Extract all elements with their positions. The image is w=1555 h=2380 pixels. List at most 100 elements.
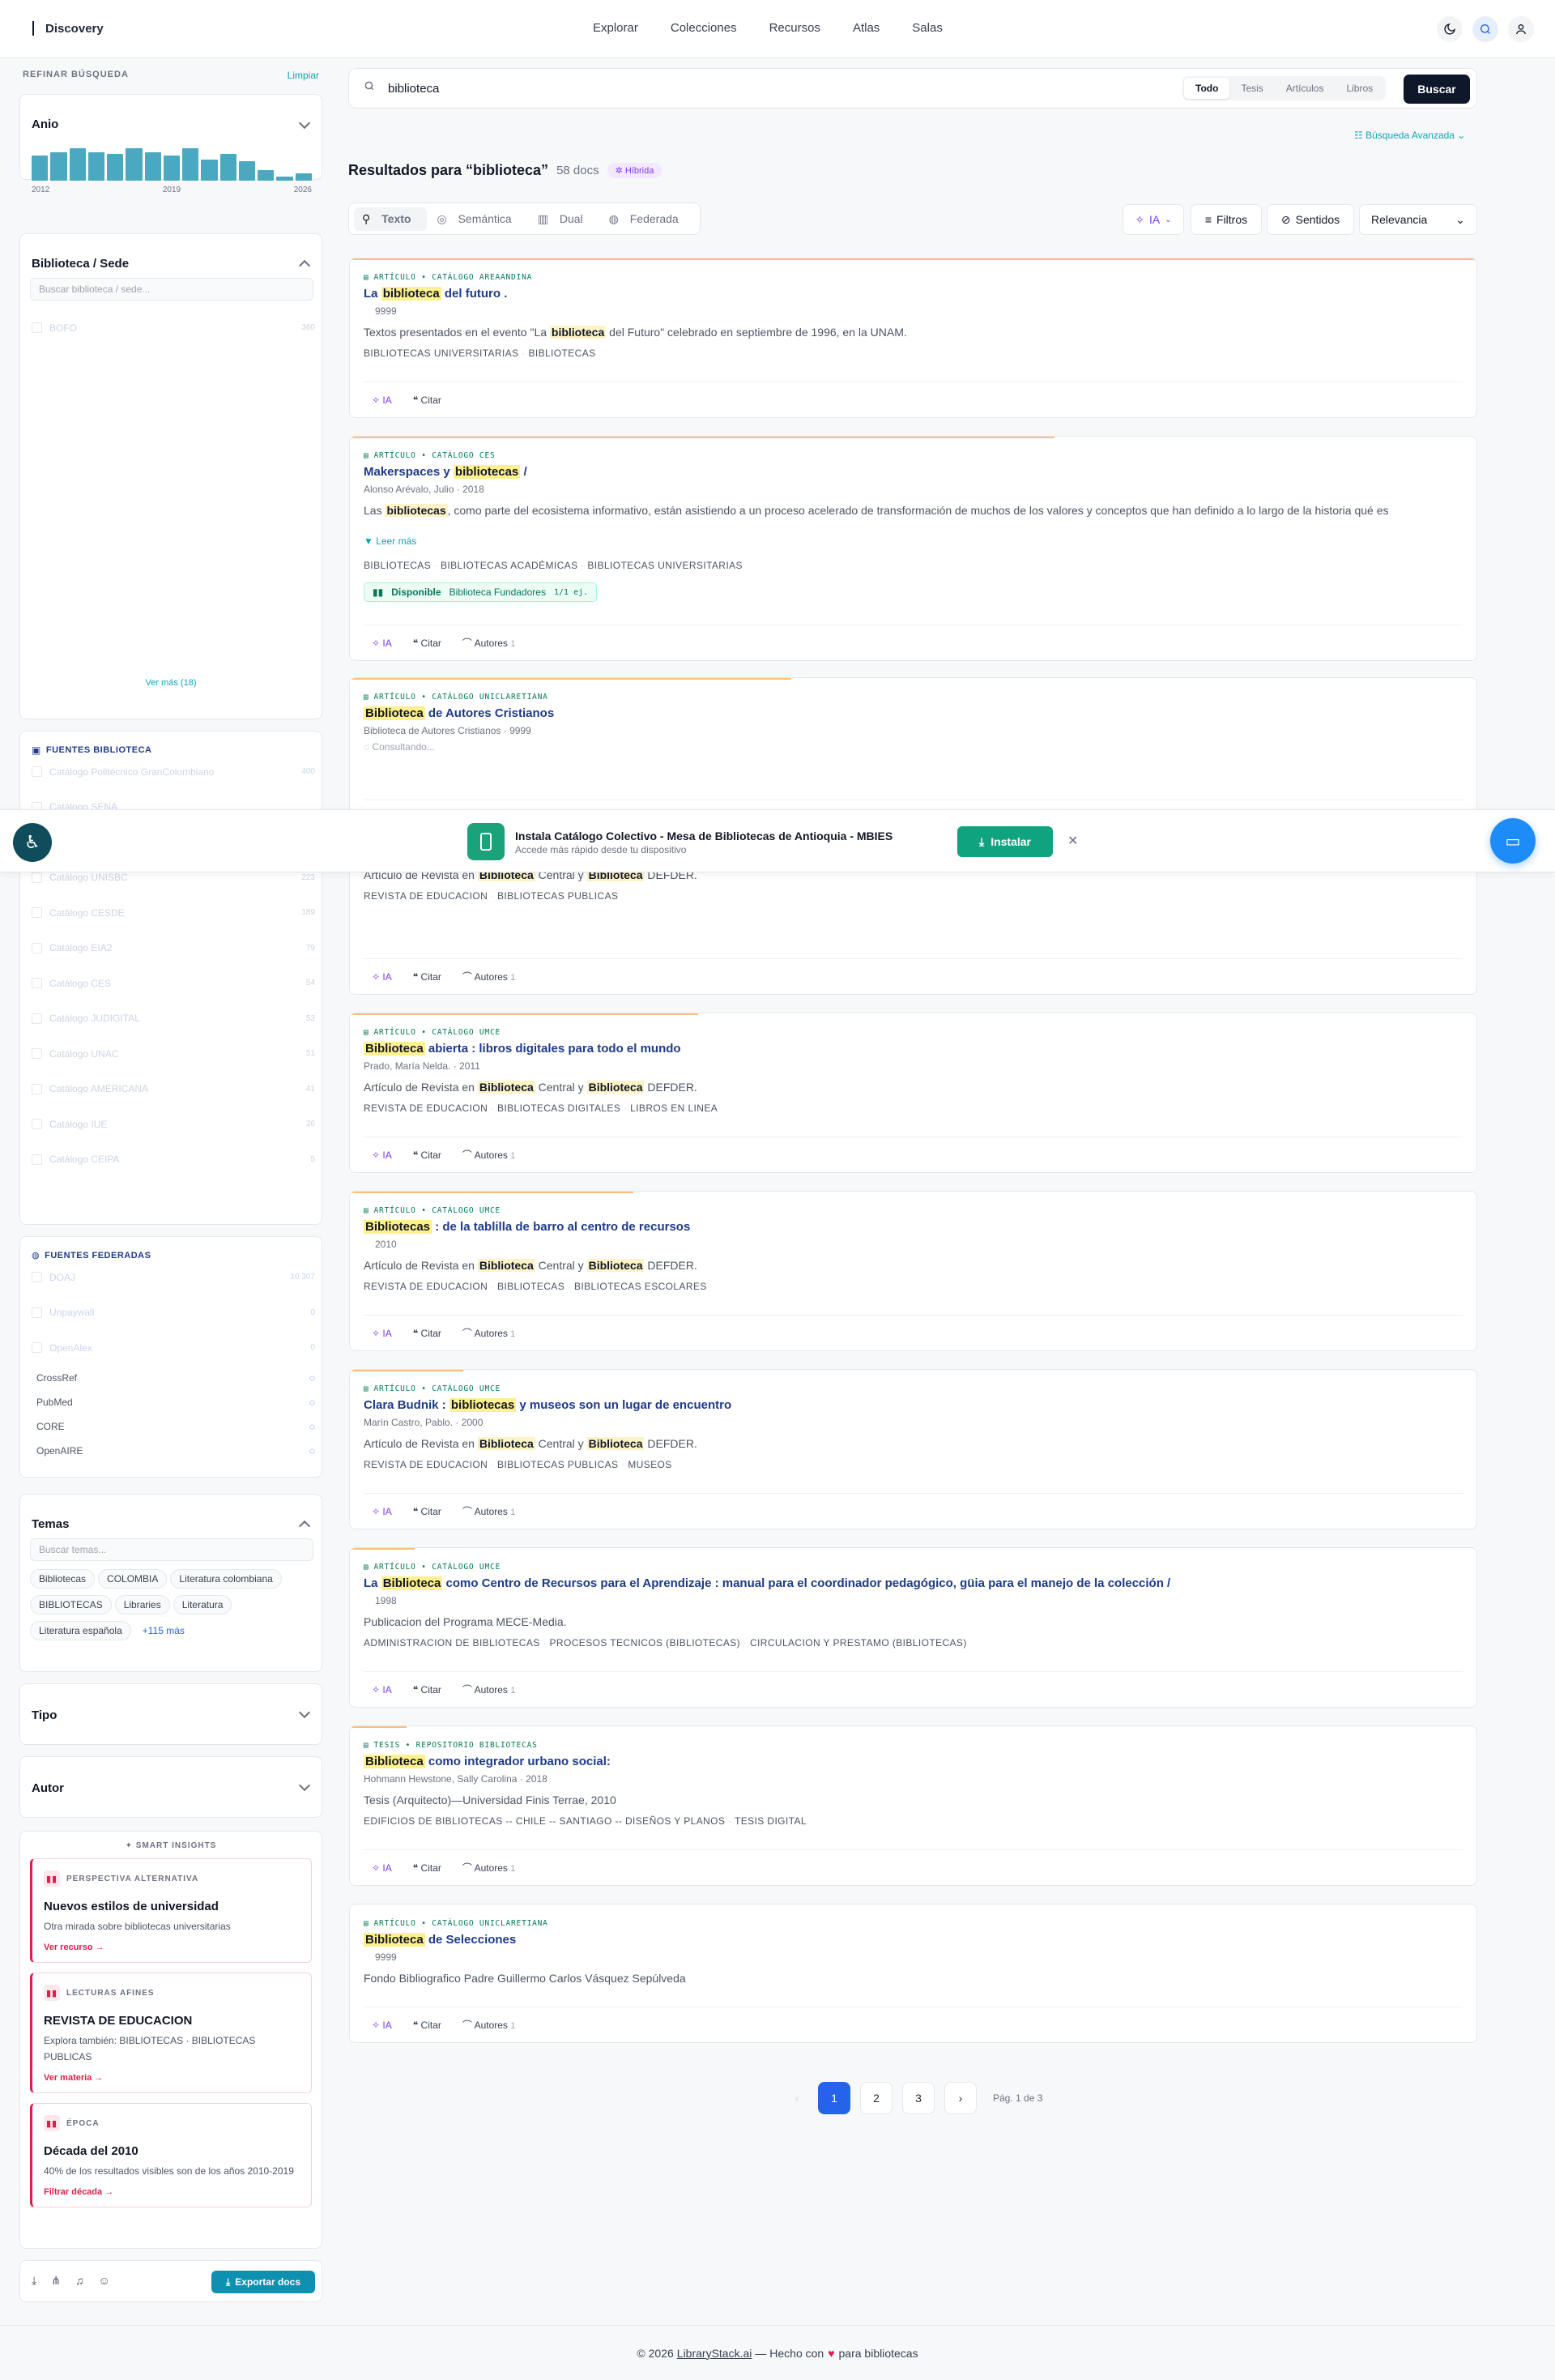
chevron-down-icon[interactable] [298, 1706, 311, 1719]
result-tag[interactable]: BIBLIOTECAS UNIVERSITARIAS [364, 348, 519, 359]
result-tag[interactable]: BIBLIOTECAS ACADÉMICAS [441, 560, 578, 571]
result-tag[interactable]: BIBLIOTECAS DIGITALES [497, 1103, 620, 1114]
close-icon[interactable]: ✕ [1067, 833, 1078, 849]
advanced-search-link[interactable]: ☷ Búsqueda Avanzada ⌄ [1354, 130, 1465, 141]
ia-action[interactable]: ✧ IA [372, 1506, 392, 1517]
more-topics[interactable]: +115 más [134, 1622, 193, 1640]
source-option[interactable]: Catálogo CESDE 189 [32, 895, 315, 931]
ia-action[interactable]: ✧ IA [372, 1149, 392, 1161]
topic-chip[interactable]: BIBLIOTECAS [30, 1595, 112, 1614]
insight-link[interactable]: Ver materia → [44, 2073, 300, 2083]
ia-action[interactable]: ✧ IA [372, 1684, 392, 1695]
result-card[interactable]: ▤ ARTÍCULO • CATÁLOGO UMCE Biblioteca abie… [349, 1013, 1477, 1173]
year-bar[interactable] [50, 151, 67, 181]
result-tag[interactable]: BIBLIOTECAS [497, 1281, 564, 1292]
authors-action[interactable]: ⌒ Autores 1 [462, 1861, 516, 1875]
result-tag[interactable]: REVISTA DE EDUCACION [364, 1459, 488, 1470]
share-icon[interactable]: ⋔ [51, 2274, 61, 2288]
result-tag[interactable]: BIBLIOTECAS PUBLICAS [497, 1459, 618, 1470]
insight-card[interactable]: ▮▮ ÉPOCA Década del 2010 40% de los resulta… [30, 2103, 312, 2207]
result-tag[interactable]: PROCESOS TECNICOS (BIBLIOTECAS) [550, 1637, 741, 1649]
result-tag[interactable]: REVISTA DE EDUCACION [364, 890, 488, 902]
search-icon[interactable] [1472, 16, 1498, 42]
ia-action[interactable]: ✧ IA [372, 1862, 392, 1874]
result-tag[interactable]: MUSEOS [628, 1459, 671, 1470]
cite-action[interactable]: ❝ Citar [413, 2020, 441, 2031]
availability-badge[interactable]: ▮▮ Disponible Biblioteca Fundadores 1/1 ej. [364, 582, 598, 602]
result-title[interactable]: Biblioteca abierta : libros digitales pa… [364, 1042, 681, 1056]
export-button[interactable]: ⤓ Exportar docs [211, 2271, 315, 2293]
page-3[interactable]: 3 [902, 2082, 935, 2114]
mode-federada[interactable]: ◍ Federada [601, 207, 695, 231]
search-button[interactable]: Buscar [1404, 75, 1470, 104]
result-card[interactable]: ▤ ARTÍCULO • CATÁLOGO UMCE La Biblioteca c… [349, 1547, 1477, 1708]
insight-link[interactable]: Filtrar década → [44, 2187, 300, 2197]
users-icon[interactable]: ☺ [98, 2274, 109, 2288]
nav-atlas[interactable]: Atlas [853, 21, 880, 35]
result-title[interactable]: La biblioteca del futuro . [364, 287, 507, 301]
type-filter[interactable]: Tipo [19, 1683, 322, 1745]
year-bar[interactable] [201, 159, 218, 181]
clear-filters-link[interactable]: Limpiar [288, 70, 319, 81]
ia-action[interactable]: ✧ IA [372, 1328, 392, 1339]
year-bar[interactable] [238, 160, 256, 181]
search-input[interactable]: biblioteca [388, 82, 439, 96]
ia-button[interactable]: ✧ IA ⌄ [1123, 204, 1184, 235]
mode-texto[interactable]: ⚲ Texto [354, 207, 428, 231]
federated-option[interactable]: DOAJ 10 307 [32, 1260, 315, 1295]
result-card[interactable]: ▤ ARTÍCULO • CATÁLOGO UMCE Bibliotecas : d… [349, 1191, 1477, 1351]
result-title[interactable]: Biblioteca como integrador urbano social… [364, 1755, 611, 1768]
chevron-down-icon[interactable] [298, 117, 311, 130]
result-title[interactable]: Biblioteca de Selecciones [364, 1933, 516, 1947]
page-1[interactable]: 1 [818, 2082, 850, 2114]
mode-semantica[interactable]: ◎ Semántica [428, 207, 527, 231]
result-title[interactable]: La Biblioteca como Centro de Recursos pa… [364, 1576, 1170, 1590]
topic-chip[interactable]: Literatura colombiana [170, 1569, 282, 1589]
topic-chip[interactable]: Literatura [173, 1595, 232, 1614]
year-bar[interactable] [276, 176, 293, 181]
library-option[interactable]: BOFO 360 [32, 310, 315, 346]
result-title[interactable]: Clara Budnik : bibliotecas y museos son … [364, 1398, 731, 1412]
sort-select[interactable]: Relevancia ⌄ [1359, 204, 1477, 235]
result-card[interactable]: ▤ ARTÍCULO • CATÁLOGO UMCE Clara Budnik : … [349, 1369, 1477, 1529]
read-more-link[interactable]: ▼ Leer más [364, 535, 416, 547]
footer-link[interactable]: LibraryStack.ai [677, 2347, 752, 2360]
result-tag[interactable]: EDIFICIOS DE BIBLIOTECAS -- CHILE -- SAN… [364, 1815, 725, 1827]
cite-action[interactable]: ❝ Citar [413, 1862, 441, 1874]
install-button[interactable]: ⤓ Instalar [957, 826, 1053, 857]
bell-icon[interactable]: ♫ [75, 2274, 84, 2288]
result-card[interactable]: ▤ ARTÍCULO • CATÁLOGO AREAANDINA La biblio… [349, 258, 1477, 418]
user-icon[interactable] [1508, 16, 1534, 42]
brand[interactable]: Discovery [32, 21, 104, 36]
show-more-libraries[interactable]: Ver más (18) [20, 678, 322, 688]
result-title[interactable]: Biblioteca de Autores Cristianos [364, 706, 554, 720]
chevron-down-icon[interactable] [298, 1779, 311, 1792]
year-bar[interactable] [87, 151, 105, 181]
cite-action[interactable]: ❝ Citar [413, 395, 441, 406]
authors-action[interactable]: ⌒ Autores 1 [462, 970, 516, 983]
nav-recursos[interactable]: Recursos [769, 21, 820, 35]
topic-chip[interactable]: Bibliotecas [30, 1569, 96, 1589]
authors-action[interactable]: ⌒ Autores 1 [462, 1504, 516, 1518]
scope-libros[interactable]: Libros [1335, 78, 1384, 99]
result-title[interactable]: Bibliotecas : de la tablilla de barro al… [364, 1220, 690, 1234]
filters-button[interactable]: ≡ Filtros [1191, 204, 1262, 235]
chat-icon[interactable]: ▭ [1490, 818, 1536, 864]
insight-card[interactable]: ▮▮ PERSPECTIVA ALTERNATIVA Nuevos estilos … [30, 1858, 312, 1963]
year-bar[interactable] [69, 148, 86, 181]
source-option[interactable]: Catálogo JUDIGITAL 53 [32, 1001, 315, 1037]
insight-card[interactable]: ▮▮ LECTURAS AFINES REVISTA DE EDUCACION Exp… [30, 1973, 312, 2093]
cite-action[interactable]: ❝ Citar [413, 1149, 441, 1161]
cite-action[interactable]: ❝ Citar [413, 1328, 441, 1339]
cite-action[interactable]: ❝ Citar [413, 1506, 441, 1517]
year-bar[interactable] [219, 154, 236, 181]
authors-action[interactable]: ⌒ Autores 1 [462, 1683, 516, 1696]
result-card[interactable]: ▤ ARTÍCULO • CATÁLOGO CES Makerspaces y bi… [349, 436, 1477, 661]
cite-action[interactable]: ❝ Citar [413, 1684, 441, 1695]
chevron-up-icon[interactable] [298, 1520, 311, 1533]
source-option[interactable]: Catálogo AMERICANA 41 [32, 1072, 315, 1107]
result-tag[interactable]: BIBLIOTECAS PUBLICAS [497, 890, 618, 902]
insight-link[interactable]: Ver recurso → [44, 1943, 300, 1952]
result-tag[interactable]: REVISTA DE EDUCACION [364, 1103, 488, 1114]
ia-action[interactable]: ✧ IA [372, 638, 392, 649]
